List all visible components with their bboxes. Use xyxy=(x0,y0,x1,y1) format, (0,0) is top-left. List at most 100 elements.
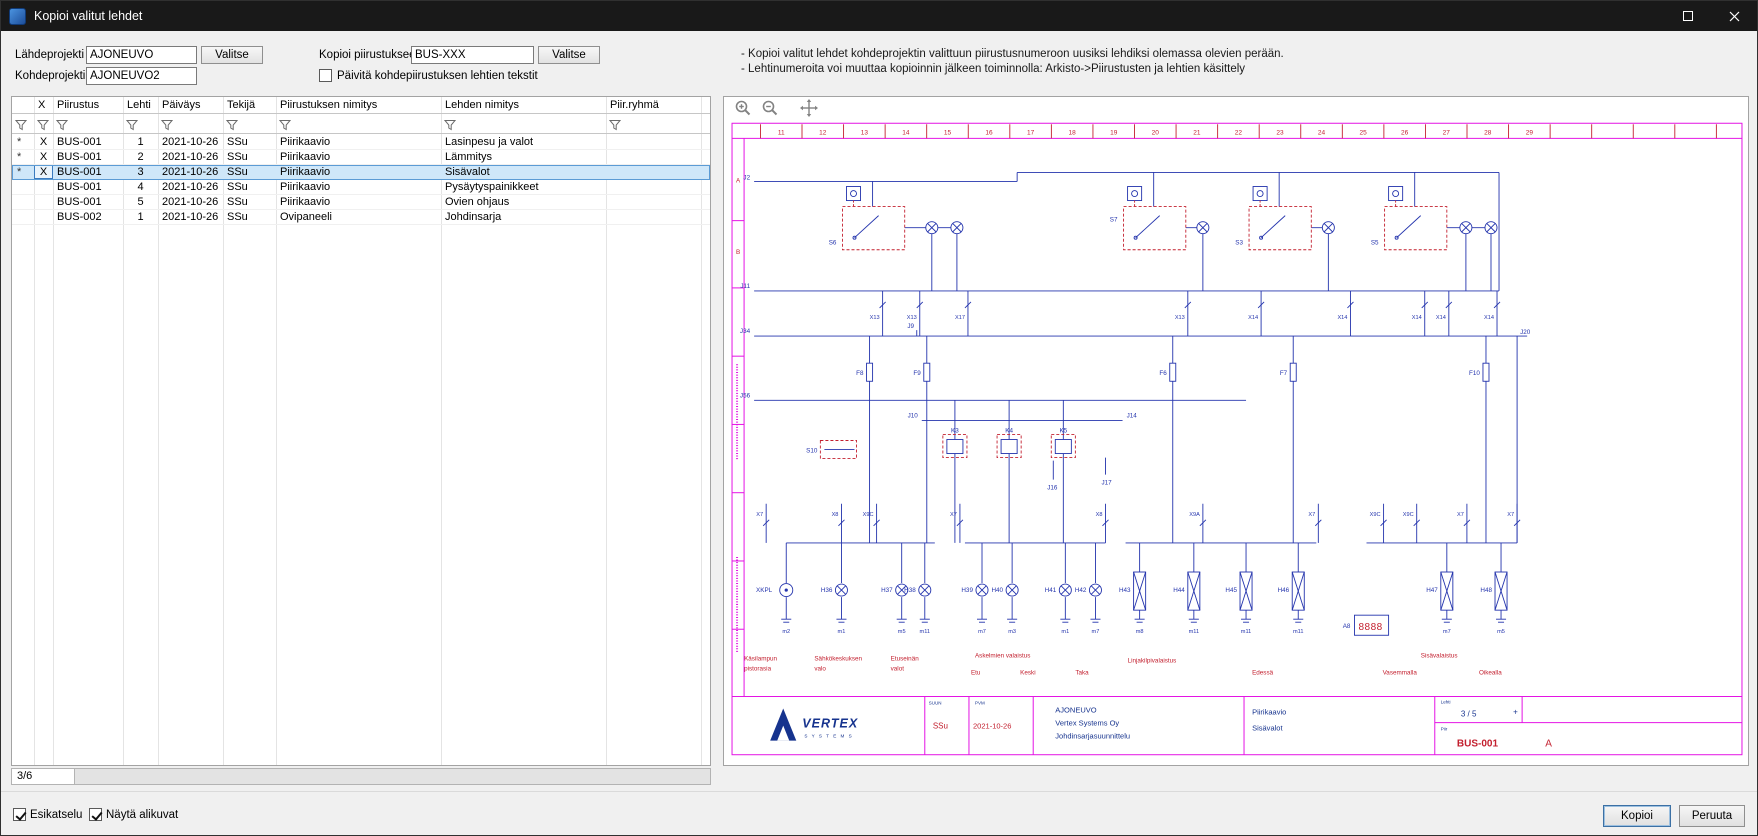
copy-button[interactable]: Kopioi xyxy=(1603,805,1671,827)
schematic-label: J16 xyxy=(1047,485,1058,492)
table-cell: Ovipaneeli xyxy=(276,210,441,224)
schematic-label: H45 xyxy=(1225,587,1237,594)
svg-text:22: 22 xyxy=(1235,129,1243,136)
titlebar[interactable]: Kopioi valitut lehdet xyxy=(1,1,1757,31)
close-button[interactable] xyxy=(1711,1,1757,31)
table-cell xyxy=(12,195,34,209)
copy-to-drawing-choose-button[interactable]: Valitse xyxy=(538,46,600,64)
schematic-label: Etu xyxy=(971,669,981,676)
filter-funnel-icon[interactable] xyxy=(276,115,441,133)
schematic-label: X8 xyxy=(1096,512,1103,518)
close-icon xyxy=(1729,11,1740,22)
svg-text:23: 23 xyxy=(1276,129,1284,136)
schematic-label: Askelmien valaistus xyxy=(975,652,1030,659)
table-row[interactable]: *XBUS-00112021-10-26SSuPiirikaavioLasinp… xyxy=(12,135,710,150)
schematic-label: m2 xyxy=(782,629,790,635)
schematic-label: F7 xyxy=(1280,370,1288,377)
target-project-input[interactable] xyxy=(86,67,197,85)
schematic-label: X7 xyxy=(1308,512,1315,518)
table-row[interactable]: *XBUS-00132021-10-26SSuPiirikaavioSisäva… xyxy=(12,165,710,180)
update-texts-checkbox[interactable] xyxy=(319,69,332,82)
schematic-label: Vasemmalla xyxy=(1383,669,1418,676)
svg-text:26: 26 xyxy=(1401,129,1409,136)
column-header[interactable]: Piirustuksen nimitys xyxy=(276,97,441,113)
schematic-label: J11 xyxy=(740,283,750,290)
column-header[interactable]: Lehti xyxy=(123,97,158,113)
column-header[interactable]: Piir.ryhmä xyxy=(606,97,701,113)
filter-funnel-icon[interactable] xyxy=(12,115,34,133)
date-value: 2021-10-26 xyxy=(973,722,1011,731)
table-cell xyxy=(606,210,701,224)
column-header[interactable]: Piirustus xyxy=(53,97,123,113)
source-project-input[interactable] xyxy=(86,46,197,64)
table-row[interactable]: BUS-00212021-10-26SSuOvipaneeliJohdinsar… xyxy=(12,210,710,225)
schematic-label: J34 xyxy=(740,328,751,335)
svg-text:24: 24 xyxy=(1318,129,1326,136)
table-cell: 2021-10-26 xyxy=(158,150,223,164)
table-cell: 1 xyxy=(123,135,158,149)
revision: A xyxy=(1545,739,1552,750)
schematic-label: B xyxy=(736,249,740,256)
column-header[interactable]: Tekijä xyxy=(223,97,276,113)
schematic-label: X8 xyxy=(832,512,839,518)
table-cell: SSu xyxy=(223,180,276,194)
copy-to-drawing-input[interactable] xyxy=(411,46,534,64)
schematic-label: H47 xyxy=(1426,587,1438,594)
table-cell: 5 xyxy=(123,195,158,209)
schematic-label: X9C xyxy=(1370,512,1381,518)
table-cell: Pysäytyspainikkeet xyxy=(441,180,606,194)
info-line-2: - Lehtinumeroita voi muuttaa kopioinnin … xyxy=(741,63,1245,75)
sheet-table[interactable]: XPiirustusLehtiPäiväysTekijäPiirustuksen… xyxy=(11,96,711,766)
table-cell xyxy=(12,180,34,194)
table-row[interactable]: BUS-00152021-10-26SSuPiirikaavioOvien oh… xyxy=(12,195,710,210)
column-header[interactable] xyxy=(12,97,34,113)
logo-subtext: S Y S T E M S xyxy=(804,734,853,739)
sheet-frame xyxy=(732,123,1742,754)
filter-funnel-icon[interactable] xyxy=(441,115,606,133)
filter-funnel-icon[interactable] xyxy=(123,115,158,133)
filter-funnel-icon[interactable] xyxy=(34,115,53,133)
table-cell: SSu xyxy=(223,150,276,164)
table-row[interactable]: *XBUS-00122021-10-26SSuPiirikaavioLämmit… xyxy=(12,150,710,165)
column-header[interactable]: X xyxy=(34,97,53,113)
subpictures-checkbox[interactable] xyxy=(89,808,102,821)
filter-funnel-icon[interactable] xyxy=(223,115,276,133)
schematic-label: Linjakilpivalaistus xyxy=(1128,657,1177,664)
department-name: Johdinsarjasuunnittelu xyxy=(1055,732,1130,741)
svg-text:17: 17 xyxy=(1027,129,1035,136)
pan-icon[interactable] xyxy=(800,99,818,117)
zoom-out-icon[interactable] xyxy=(761,99,779,117)
schematic-label: K3 xyxy=(951,427,959,434)
target-project-label: Kohdeprojekti xyxy=(15,70,85,82)
schematic-label: S7 xyxy=(1110,217,1118,224)
selection-count: 3/6 xyxy=(11,768,75,785)
table-cell: SSu xyxy=(223,195,276,209)
schematic-label: S5 xyxy=(1371,240,1379,247)
column-header[interactable]: Lehden nimitys xyxy=(441,97,606,113)
table-cell: 3 xyxy=(123,165,158,179)
table-cell: BUS-001 xyxy=(53,135,123,149)
column-header[interactable]: Päiväys xyxy=(158,97,223,113)
filter-funnel-icon[interactable] xyxy=(53,115,123,133)
designer-value: SSu xyxy=(933,722,948,731)
schematic-label: Edessä xyxy=(1252,669,1274,676)
schematic-label: X13 xyxy=(907,315,917,321)
table-row[interactable]: BUS-00142021-10-26SSuPiirikaavioPysäytys… xyxy=(12,180,710,195)
plus-mark: + xyxy=(1513,708,1518,717)
preview-checkbox[interactable] xyxy=(13,808,26,821)
filter-funnel-icon[interactable] xyxy=(606,115,701,133)
preview-checkbox-label: Esikatselu xyxy=(30,809,82,821)
schematic-label: S6 xyxy=(829,240,837,247)
maximize-button[interactable] xyxy=(1665,1,1711,31)
schematic-preview-canvas[interactable]: 11121314151617181920212223242526272829 A… xyxy=(724,119,1748,764)
filter-funnel-icon[interactable] xyxy=(158,115,223,133)
zoom-in-icon[interactable] xyxy=(734,99,752,117)
schematic-label: X9C xyxy=(863,512,874,518)
schematic-label: J14 xyxy=(1127,412,1138,419)
table-cell: BUS-001 xyxy=(53,150,123,164)
schematic-label: Sähkökeskuksen xyxy=(814,655,862,662)
cancel-button[interactable]: Peruuta xyxy=(1679,805,1745,827)
schematic-label: m7 xyxy=(978,629,986,635)
source-project-choose-button[interactable]: Valitse xyxy=(201,46,263,64)
schematic-label: K4 xyxy=(1005,427,1013,434)
